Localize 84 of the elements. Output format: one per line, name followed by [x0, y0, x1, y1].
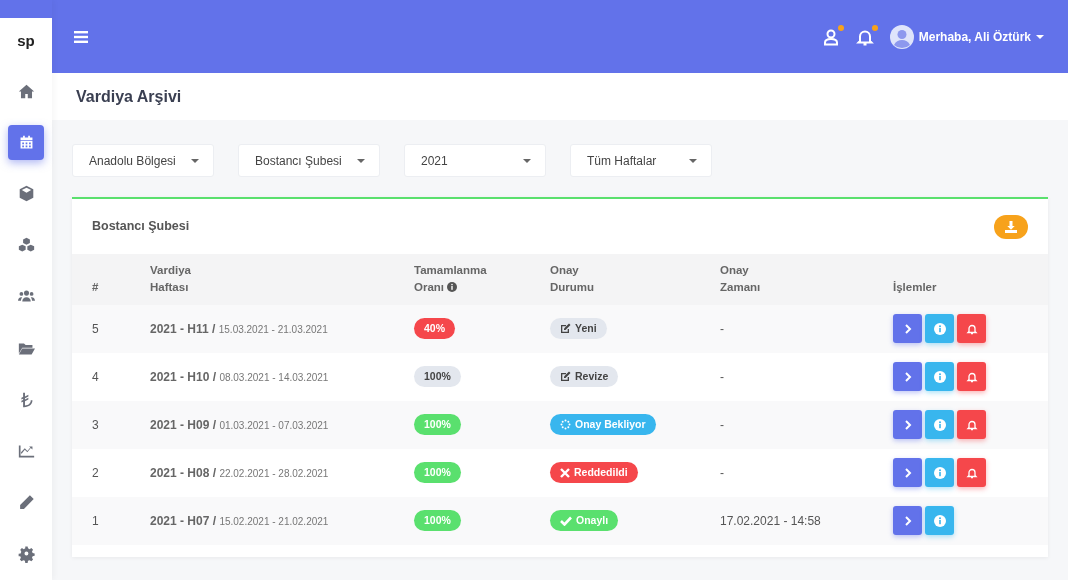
completion-badge: 100%	[414, 366, 461, 387]
menu-icon[interactable]	[74, 30, 88, 43]
completion-badge: 100%	[414, 462, 461, 483]
edit-icon	[560, 323, 571, 334]
date-range: 15.03.2021 - 21.03.2021	[218, 323, 328, 335]
row-number: 1	[92, 513, 99, 528]
bell-icon	[965, 466, 978, 479]
row-number: 4	[92, 369, 99, 384]
dropdown[interactable]: Tüm Haftalar	[570, 144, 712, 177]
info-button[interactable]	[925, 410, 954, 439]
week-label: 2021 - H08 /	[150, 465, 217, 480]
info-icon[interactable]	[447, 282, 458, 293]
dropdown[interactable]: 2021	[404, 144, 546, 177]
bell-button[interactable]	[957, 314, 986, 343]
edit-icon	[560, 371, 571, 382]
next-button[interactable]	[893, 506, 922, 535]
approval-time: -	[720, 417, 724, 432]
info-button[interactable]	[925, 362, 954, 391]
next-button[interactable]	[893, 314, 922, 343]
row-number: 5	[92, 321, 99, 336]
approval-time: 17.02.2021 - 14:58	[720, 513, 821, 528]
download-icon	[1005, 220, 1017, 233]
info-icon	[933, 418, 946, 431]
approval-time: -	[720, 369, 724, 384]
row-number: 3	[92, 417, 99, 432]
page-title: Vardiya Arşivi	[76, 86, 182, 107]
date-range: 22.02.2021 - 28.02.2021	[219, 467, 329, 479]
column-header: Vardiya Haftası	[150, 263, 191, 296]
approval-time: -	[720, 465, 724, 480]
status-badge: Revize	[550, 366, 619, 387]
close-icon	[560, 467, 570, 478]
check-icon	[560, 515, 572, 526]
column-header: #	[92, 280, 99, 296]
next-button[interactable]	[893, 410, 922, 439]
info-icon	[933, 466, 946, 479]
next-button[interactable]	[893, 458, 922, 487]
info-icon	[933, 514, 946, 527]
completion-badge: 100%	[414, 510, 461, 531]
info-button[interactable]	[925, 458, 954, 487]
bell-button[interactable]	[957, 458, 986, 487]
column-header: İşlemler	[893, 280, 937, 296]
cubes-icon[interactable]	[17, 236, 35, 254]
date-range: 08.03.2021 - 14.03.2021	[219, 371, 329, 383]
caret-icon	[1036, 34, 1044, 39]
spinner-icon	[560, 419, 571, 430]
dropdown[interactable]: Anadolu Bölgesi	[72, 144, 214, 177]
info-icon	[933, 322, 946, 335]
bell-button[interactable]	[957, 410, 986, 439]
date-range: 01.03.2021 - 07.03.2021	[219, 419, 329, 431]
home-icon[interactable]	[17, 82, 35, 100]
bell-icon	[965, 370, 978, 383]
approval-time: -	[720, 321, 724, 336]
pencil-icon[interactable]	[17, 494, 35, 512]
week-label: 2021 - H11 /	[150, 321, 216, 336]
sidebar-item[interactable]	[8, 124, 44, 161]
date-range: 15.02.2021 - 21.02.2021	[219, 515, 329, 527]
status-badge: Reddedildi	[550, 462, 638, 483]
dropdown[interactable]: Bostancı Şubesi	[238, 144, 380, 177]
bell-icon	[965, 322, 978, 335]
user-menu[interactable]: Merhaba, Ali Öztürk	[918, 27, 1031, 46]
week-label: 2021 - H09 /	[150, 417, 217, 432]
card-title: Bostancı Şubesi	[92, 218, 190, 236]
row-number: 2	[92, 465, 99, 480]
week-label: 2021 - H10 /	[150, 369, 217, 384]
avatar-icon[interactable]	[889, 24, 914, 49]
week-label: 2021 - H07 /	[150, 513, 217, 528]
settings-icon[interactable]	[17, 545, 35, 563]
status-badge: Yeni	[550, 318, 607, 339]
download-button[interactable]	[994, 214, 1028, 239]
info-button[interactable]	[925, 506, 954, 535]
status-badge: Onay Bekliyor	[550, 414, 656, 435]
bell-button[interactable]	[957, 362, 986, 391]
bell-icon	[965, 418, 978, 431]
completion-badge: 40%	[414, 318, 455, 339]
info-button[interactable]	[925, 314, 954, 343]
completion-badge: 100%	[414, 414, 461, 435]
cube-icon[interactable]	[17, 185, 35, 203]
column-header: Onay Zamanı	[720, 263, 761, 296]
info-icon	[933, 370, 946, 383]
column-header: Tamamlanma Oranı	[414, 263, 487, 296]
logo: sp	[17, 31, 35, 52]
next-button[interactable]	[893, 362, 922, 391]
status-badge: Onaylı	[550, 510, 619, 531]
column-header: Onay Durumu	[550, 263, 595, 296]
